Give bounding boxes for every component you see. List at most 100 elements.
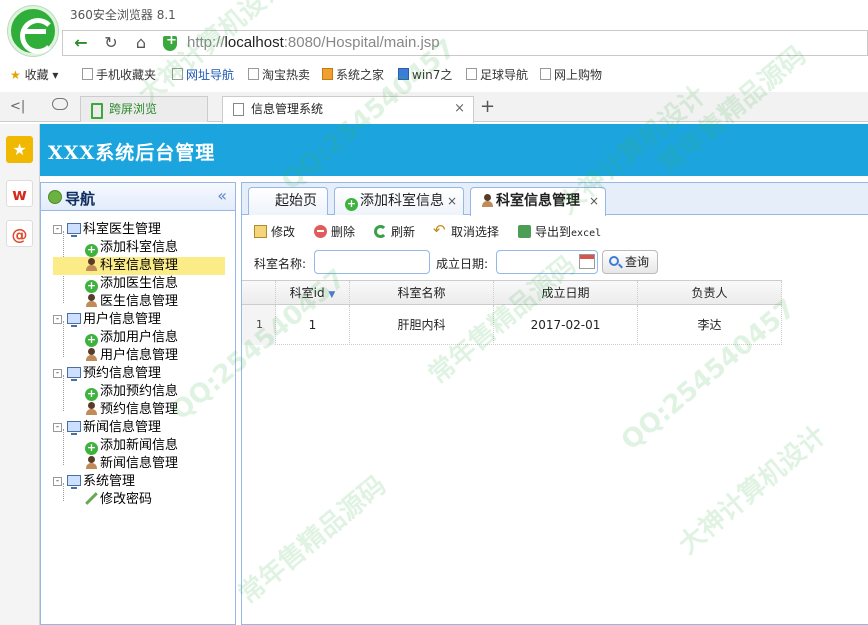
add-icon: + [85, 387, 98, 401]
browser-tab-main[interactable]: 信息管理系统 × [222, 96, 474, 123]
bookmark-win7[interactable]: win7之 [398, 66, 452, 83]
tree-item-label: 用户信息管理 [100, 348, 179, 363]
close-icon[interactable]: × [447, 188, 457, 214]
collapse-tree-icon[interactable]: - [53, 477, 62, 486]
tree-item-user-manage[interactable]: 用户信息管理 [85, 347, 178, 365]
tab-home[interactable]: 起始页 [248, 187, 328, 215]
column-header-id[interactable]: 科室id ▼ [276, 281, 350, 305]
browser-sidebar: ★ w @ [0, 124, 40, 625]
star-icon[interactable]: ★ [6, 136, 33, 163]
column-label: 科室id [289, 286, 325, 300]
table-row[interactable]: 1 1 肝胆内科 2017-02-01 李达 [242, 305, 782, 345]
app-header: XXX系统后台管理 [40, 124, 868, 176]
address-bar[interactable]: ← ↻ ⌂ http://localhost:8080/Hospital/mai… [62, 30, 868, 56]
tree-group-appointment[interactable]: - 预约信息管理 [53, 365, 161, 383]
bookmark-nav[interactable]: 网址导航 [172, 66, 234, 83]
bookmark-xtzj[interactable]: 系统之家 [322, 66, 384, 83]
collapse-tree-icon[interactable]: - [53, 423, 62, 432]
calendar-icon[interactable] [579, 254, 595, 269]
query-button[interactable]: 查询 [602, 250, 658, 274]
tree-item-appointment-manage[interactable]: 预约信息管理 [85, 401, 178, 419]
collapse-icon[interactable]: « [217, 186, 227, 205]
nav-panel-header: 导航 « [41, 183, 235, 211]
tree-item-label: 添加预约信息 [100, 384, 179, 399]
user-icon [85, 258, 98, 271]
sort-desc-icon[interactable]: ▼ [328, 290, 335, 300]
windows-icon [322, 68, 333, 80]
tree-item-add-news[interactable]: + 添加新闻信息 [85, 437, 178, 455]
page-icon [466, 68, 477, 80]
tree-item-add-appointment[interactable]: + 添加预约信息 [85, 383, 178, 401]
collapse-tree-icon[interactable]: - [53, 225, 62, 234]
user-icon [85, 348, 98, 361]
computer-icon [67, 223, 81, 237]
content-panel: 起始页 +添加科室信息× 科室信息管理× 修改 删除 刷新 取消选择 导出到ex… [241, 182, 868, 625]
collapse-tree-icon[interactable]: - [53, 315, 62, 324]
column-label: 成立日期 [541, 286, 590, 300]
tree-item-label: 修改密码 [100, 492, 153, 507]
column-header-date[interactable]: 成立日期 [494, 281, 638, 305]
tree-group-dept-doctor[interactable]: - 科室医生管理 [53, 221, 161, 239]
tree-group-label: 用户信息管理 [83, 312, 162, 327]
browser-titlebar: 360安全浏览器 8.1 [0, 0, 868, 28]
url-text[interactable]: http://localhost:8080/Hospital/main.jsp [187, 34, 440, 51]
tab-add-dept[interactable]: + 添加科室信息 × [334, 187, 464, 215]
mail-icon[interactable]: @ [6, 220, 33, 247]
tree-group-news[interactable]: - 新闻信息管理 [53, 419, 161, 437]
add-icon: + [345, 197, 358, 211]
cloud-icon[interactable] [52, 98, 68, 110]
refresh-button[interactable]: 刷新 [374, 223, 415, 240]
tree-item-news-manage[interactable]: 新闻信息管理 [85, 455, 178, 473]
refresh-icon [374, 225, 387, 238]
bookmark-football[interactable]: 足球导航 [466, 66, 528, 83]
close-icon[interactable]: × [589, 188, 599, 214]
browser-tab-cross-screen[interactable]: 跨屏浏览 [80, 96, 208, 122]
tree-item-label: 添加新闻信息 [100, 438, 179, 453]
tree-group-system[interactable]: - 系统管理 [53, 473, 135, 491]
column-header-name[interactable]: 科室名称 [350, 281, 494, 305]
windows-icon [398, 68, 409, 80]
tree-group-user[interactable]: - 用户信息管理 [53, 311, 161, 329]
cell-id: 1 [276, 305, 350, 345]
nav-globe-icon [48, 190, 62, 204]
reload-icon[interactable]: ↻ [101, 34, 121, 52]
new-tab-icon[interactable]: + [480, 96, 495, 117]
tree-item-dept-manage[interactable]: 科室信息管理 [53, 257, 225, 275]
dept-name-input[interactable] [314, 250, 430, 274]
bookmark-taobao[interactable]: 淘宝热卖 [248, 66, 310, 83]
row-number: 1 [242, 305, 276, 345]
search-icon [609, 256, 619, 266]
tree-item-change-password[interactable]: 修改密码 [85, 491, 152, 509]
edit-button[interactable]: 修改 [254, 223, 295, 240]
back-arrow-icon[interactable]: ← [71, 34, 91, 52]
unselect-button[interactable]: 取消选择 [433, 221, 499, 240]
tree-item-add-dept[interactable]: + 添加科室信息 [85, 239, 178, 257]
close-icon[interactable]: × [454, 97, 465, 121]
shield-icon[interactable] [163, 33, 177, 51]
column-label: 科室名称 [397, 286, 446, 300]
export-excel-button[interactable]: 导出到excel [518, 223, 601, 240]
home-icon[interactable]: ⌂ [131, 34, 151, 52]
add-icon: + [85, 333, 98, 347]
collapse-tree-icon[interactable]: - [53, 369, 62, 378]
button-label-suffix: excel [571, 228, 602, 239]
tree-item-label: 添加科室信息 [100, 240, 179, 255]
cell-name: 肝胆内科 [350, 305, 494, 345]
weibo-icon[interactable]: w [6, 180, 33, 207]
bookmarks-bar: ★ 收藏 ▾ 手机收藏夹 网址导航 淘宝热卖 系统之家 win7之 足球导航 网… [0, 62, 868, 86]
tab-dept-manage[interactable]: 科室信息管理 × [470, 187, 606, 216]
bookmark-favorites[interactable]: ★ 收藏 ▾ [10, 66, 58, 83]
sidebar-toggle-icon[interactable]: <| [10, 99, 25, 114]
browser-logo-icon[interactable] [8, 6, 58, 56]
bookmark-shopping[interactable]: 网上购物 [540, 66, 602, 83]
grid-header: 科室id ▼ 科室名称 成立日期 负责人 [242, 280, 782, 305]
tree-item-add-doctor[interactable]: + 添加医生信息 [85, 275, 178, 293]
computer-icon [67, 421, 81, 435]
bookmark-mobile[interactable]: 手机收藏夹 [82, 66, 156, 83]
tab-label: 添加科室信息 [360, 193, 444, 209]
column-header-leader[interactable]: 负责人 [638, 281, 782, 305]
delete-button[interactable]: 删除 [314, 223, 355, 240]
tree-item-doctor-manage[interactable]: 医生信息管理 [85, 293, 178, 311]
tree-item-label: 添加用户信息 [100, 330, 179, 345]
tree-item-add-user[interactable]: + 添加用户信息 [85, 329, 178, 347]
